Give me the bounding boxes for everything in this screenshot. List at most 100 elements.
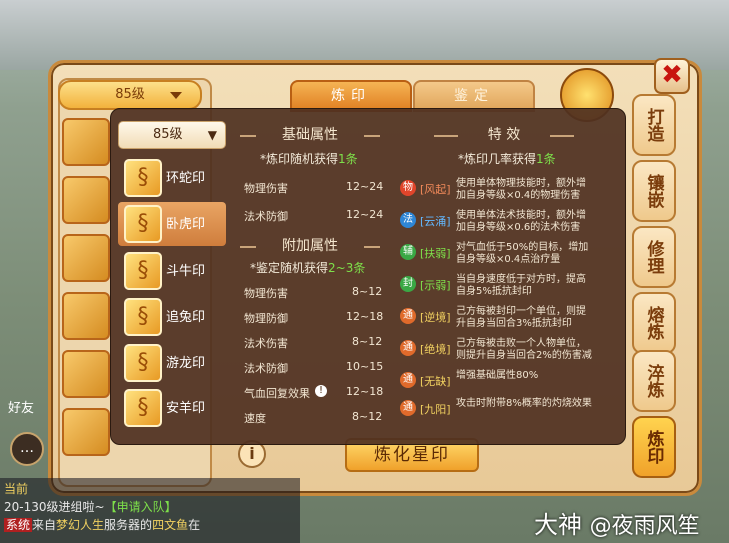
extra-attrs-header: 附加属性 (240, 236, 380, 256)
attr-value: 8~12 (352, 335, 383, 348)
chat-panel[interactable]: 当前 20-130级进组啦~【申请入队】 系统 来自梦幻人生服务器的四文鱼在 (0, 478, 300, 543)
seal-slot[interactable] (62, 118, 110, 166)
attr-value: 8~12 (352, 410, 383, 423)
attr-value: 10~15 (346, 360, 384, 373)
close-button[interactable]: ✖ (654, 58, 690, 94)
basic-attrs-title: 基础属性 (282, 127, 338, 143)
seal-item-dragon[interactable]: § 游龙印 (118, 341, 226, 385)
effects-header: 特 效 (434, 125, 574, 145)
effect-desc: 自身等级×0.4点治疗量 (456, 254, 561, 265)
extra-attrs-title: 附加属性 (282, 238, 338, 254)
effect-type-badge: 通 (400, 372, 416, 388)
attr-name: 法术伤害 (244, 337, 288, 350)
tab-refine-seal-side[interactable]: 炼印 (632, 416, 676, 478)
tab-forge[interactable]: 打造 (632, 94, 676, 156)
watermark: 大神 @夜雨风笙 (534, 505, 700, 540)
ox-seal-icon: § (124, 252, 162, 290)
triangle-down-icon (170, 92, 182, 99)
effect-desc: 攻击时附带8%概率的灼烧效果 (456, 398, 592, 409)
apply-team-link[interactable]: 【申请入队】 (105, 500, 177, 514)
chat-line: 系统 来自梦幻人生服务器的四文鱼在 (4, 518, 201, 532)
watermark-user: @夜雨风笙 (589, 514, 700, 539)
seal-slot[interactable] (62, 408, 110, 456)
effect-name: [云涌] (420, 215, 451, 228)
popup-level-dropdown[interactable]: 85级 ▼ (118, 121, 226, 149)
extra-attrs-tip: *鉴定随机获得2~3条 (250, 261, 366, 275)
seal-name: 斗牛印 (166, 264, 206, 279)
effect-desc: 增强基础属性80% (456, 370, 539, 381)
effect-type-badge: 封 (400, 276, 416, 292)
attr-name: 法术防御 (244, 210, 288, 223)
attr-value: 12~18 (346, 310, 384, 323)
effect-type-badge: 辅 (400, 244, 416, 260)
watermark-brand: 大神 (534, 511, 582, 539)
dragon-seal-icon: § (124, 344, 162, 382)
effect-desc: 对气血低于50%的目标，增加 (456, 242, 589, 253)
attr-name: 法术防御 (244, 362, 288, 375)
effect-name: [绝境] (420, 343, 451, 356)
effects-tip: *炼印几率获得1条 (458, 152, 556, 166)
seal-item-ox[interactable]: § 斗牛印 (118, 249, 226, 293)
effect-desc: 升自身当回合3%抵抗封印 (456, 318, 572, 329)
effect-type-badge: 物 (400, 180, 416, 196)
attr-value: 12~24 (346, 208, 384, 221)
effect-desc: 当自身速度低于对方时，提高 (456, 274, 586, 285)
attr-value: 12~18 (346, 385, 384, 398)
effect-desc: 则提升自身当回合2%的伤害减 (456, 350, 592, 361)
effect-desc: 己方每被击败一个人物单位， (456, 338, 586, 349)
seal-slot[interactable] (62, 234, 110, 282)
effect-desc: 使用单体物理技能时，额外增 (456, 178, 586, 189)
tiger-seal-icon: § (124, 205, 162, 243)
effect-desc: 己方每被封印一个单位，则提 (456, 306, 586, 317)
seal-item-snake[interactable]: § 环蛇印 (118, 156, 226, 200)
basic-attrs-header: 基础属性 (240, 125, 380, 145)
sheep-seal-icon: § (124, 389, 162, 427)
rabbit-seal-icon: § (124, 298, 162, 336)
effect-desc: 使用单体法术技能时，额外增 (456, 210, 586, 221)
seal-item-rabbit[interactable]: § 追兔印 (118, 295, 226, 339)
level-dropdown-back-label: 85级 (115, 87, 145, 102)
seal-item-tiger[interactable]: § 卧虎印 (118, 202, 226, 246)
seal-item-sheep[interactable]: § 安羊印 (118, 386, 226, 430)
attr-name: 速度 (244, 412, 266, 425)
tab-smelt[interactable]: 熔炼 (632, 292, 676, 354)
effect-name: [扶弱] (420, 247, 451, 260)
seal-name: 安羊印 (166, 401, 206, 416)
effect-type-badge: 通 (400, 308, 416, 324)
attr-name: 物理防御 (244, 312, 288, 325)
effect-type-badge: 通 (400, 340, 416, 356)
level-dropdown-back[interactable]: 85级 (58, 80, 202, 110)
chat-bubble-icon[interactable]: … (10, 432, 44, 466)
snake-seal-icon: § (124, 159, 162, 197)
effect-name: [九阳] (420, 403, 451, 416)
attr-value: 12~24 (346, 180, 384, 193)
friend-label[interactable]: 好友 (8, 397, 34, 416)
effect-name: [无缺] (420, 375, 451, 388)
tab-inlay[interactable]: 镶嵌 (632, 160, 676, 222)
basic-attrs-tip: *炼印随机获得1条 (260, 152, 358, 166)
effect-type-badge: 通 (400, 400, 416, 416)
tab-repair[interactable]: 修理 (632, 226, 676, 288)
info-icon[interactable]: ! (315, 385, 327, 397)
chevron-down-icon: ▼ (207, 128, 217, 142)
seal-slot[interactable] (62, 350, 110, 398)
seal-name: 游龙印 (166, 356, 206, 371)
effect-name: [风起] (420, 183, 451, 196)
seal-slot[interactable] (62, 292, 110, 340)
chat-line: 20-130级进组啦~【申请入队】 (4, 500, 177, 514)
attr-value: 8~12 (352, 285, 383, 298)
attr-name: 物理伤害 (244, 287, 288, 300)
effect-name: [逆境] (420, 311, 451, 324)
seal-name: 追兔印 (166, 310, 206, 325)
effect-desc: 自身5%抵抗封印 (456, 286, 532, 297)
seal-name: 环蛇印 (166, 171, 206, 186)
attr-name: 物理伤害 (244, 182, 288, 195)
chat-line: 当前 (4, 482, 29, 496)
effect-type-badge: 法 (400, 212, 416, 228)
seal-slot[interactable] (62, 176, 110, 224)
effect-desc: 加自身等级×0.4的物理伤害 (456, 190, 581, 201)
effect-name: [示弱] (420, 279, 451, 292)
attr-name: 气血回复效果 (244, 387, 310, 400)
tab-quench[interactable]: 淬炼 (632, 350, 676, 412)
popup-level-label: 85级 (153, 127, 183, 142)
